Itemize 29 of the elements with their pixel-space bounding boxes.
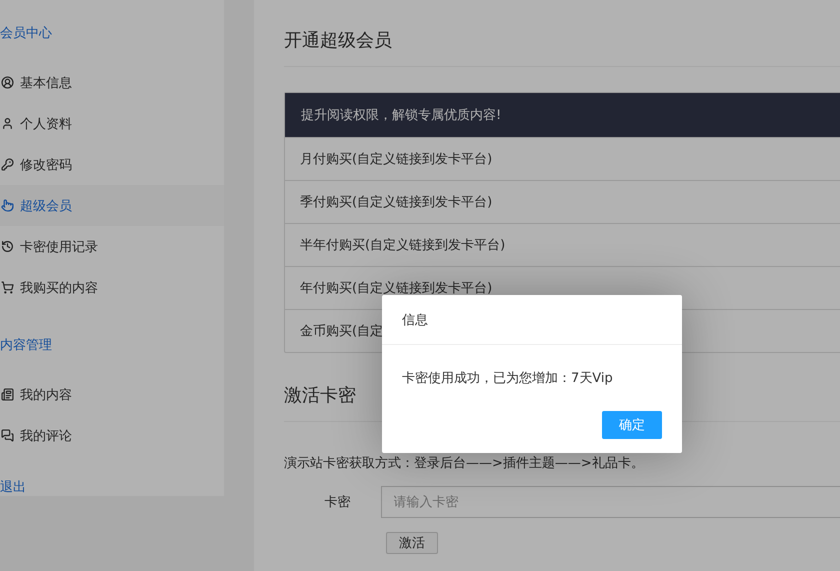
sidebar-item[interactable]: 我的内容 (0, 374, 224, 415)
sidebar-item[interactable]: 个人资料 (0, 103, 224, 144)
history-icon (1, 240, 14, 253)
hint-text: 演示站卡密获取方式：登录后台——>插件主题——>礼品卡。 (284, 455, 645, 472)
purchase-option[interactable]: 季付购买(自定义链接到发卡平台) (285, 180, 840, 223)
sidebar-item[interactable]: 修改密码 (0, 144, 224, 185)
chat-bubbles-icon (1, 429, 14, 442)
logout-link[interactable]: 退出 (0, 478, 26, 496)
newspaper-icon (1, 388, 14, 401)
user-icon (1, 117, 14, 130)
cart-icon (1, 281, 14, 294)
purchase-option[interactable]: 半年付购买(自定义链接到发卡平台) (285, 223, 840, 266)
sidebar-item[interactable]: 基本信息 (0, 62, 224, 103)
purchase-option[interactable]: 月付购买(自定义链接到发卡平台) (285, 137, 840, 180)
field-label: 卡密 (324, 494, 351, 511)
sidebar-heading: 会员中心 (0, 25, 52, 43)
key-icon (1, 158, 14, 171)
panel-header: 提升阅读权限，解锁专属优质内容! (285, 93, 840, 137)
user-circle-icon (1, 76, 14, 89)
pointing-hand-icon (1, 199, 14, 212)
dialog-title: 信息 (382, 295, 682, 345)
sidebar-item[interactable]: 超级会员 (0, 185, 224, 226)
sidebar-item[interactable]: 我购买的内容 (0, 267, 224, 308)
activate-button[interactable]: 激活 (386, 532, 438, 554)
section-title: 开通超级会员 (284, 28, 840, 67)
sidebar-item[interactable]: 我的评论 (0, 415, 224, 456)
sidebar-heading: 内容管理 (0, 337, 52, 355)
sidebar-item[interactable]: 卡密使用记录 (0, 226, 224, 267)
card-code-field[interactable]: 请输入卡密 (380, 486, 840, 518)
